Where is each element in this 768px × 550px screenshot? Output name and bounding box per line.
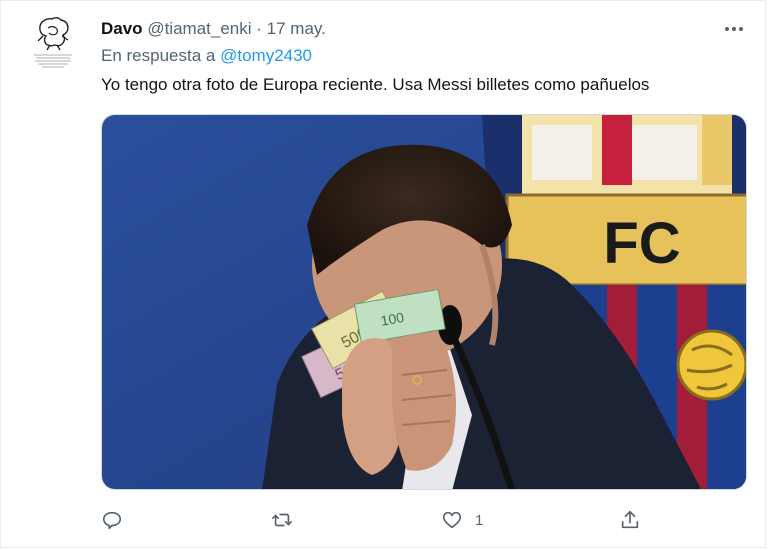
tweet-card[interactable]: Davo @tiamat_enki · 17 may. En respuesta… [0, 0, 766, 548]
like-count: 1 [475, 511, 484, 529]
reply-to-link[interactable]: @tomy2430 [220, 46, 312, 65]
reply-button[interactable] [101, 506, 123, 534]
crest-letters: FC [603, 211, 680, 276]
retweet-icon [272, 513, 292, 527]
more-options-icon[interactable] [721, 19, 747, 39]
share-icon [621, 510, 639, 529]
reply-prefix: En respuesta a [101, 46, 216, 65]
tweet-header: Davo @tiamat_enki · 17 may. [101, 18, 326, 40]
tweet-actions: 1 [101, 506, 661, 534]
retweet-button[interactable] [271, 506, 293, 534]
avatar[interactable] [28, 14, 78, 72]
reply-context: En respuesta a @tomy2430 [101, 45, 312, 67]
display-name[interactable]: Davo [101, 19, 143, 38]
reply-icon [102, 511, 122, 530]
tweet-date[interactable]: 17 may. [267, 19, 326, 38]
heart-icon [442, 511, 462, 529]
like-button[interactable]: 1 [441, 506, 483, 534]
tweet-text: Yo tengo otra foto de Europa reciente. U… [101, 75, 650, 94]
tweet-media-photo[interactable]: FC 500 500 10 [101, 114, 747, 490]
header-separator: · [256, 19, 262, 38]
share-button[interactable] [619, 506, 641, 534]
user-handle[interactable]: @tiamat_enki [147, 19, 251, 38]
